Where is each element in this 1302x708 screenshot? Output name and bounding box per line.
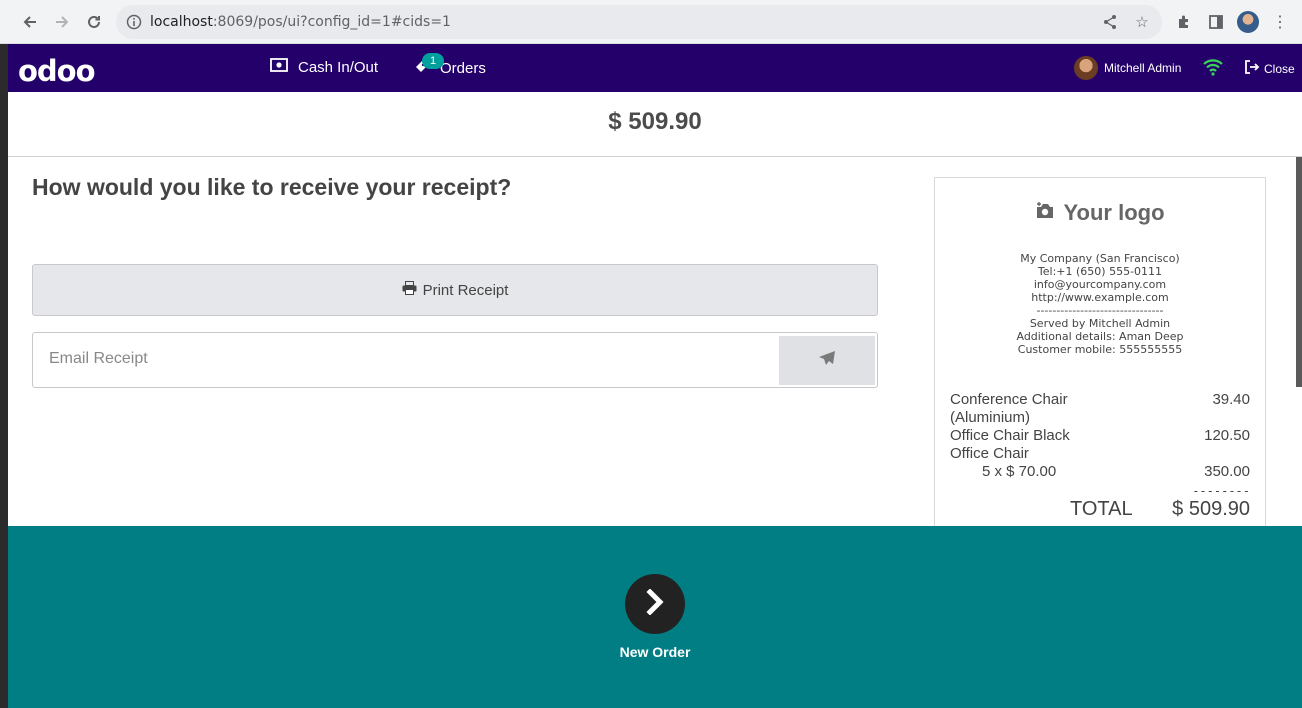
browser-menu-icon[interactable]: ⋮ xyxy=(1268,10,1292,34)
additional-details: Additional details: Aman Deep xyxy=(1016,330,1184,343)
send-email-button[interactable] xyxy=(779,336,875,385)
back-icon[interactable] xyxy=(18,10,42,34)
receipt-preview: Your logo My Company (San Francisco) Tel… xyxy=(934,177,1266,537)
line-product: Office Chair xyxy=(950,445,1029,462)
company-website: http://www.example.com xyxy=(1031,291,1169,304)
new-order-label[interactable]: New Order xyxy=(8,644,1302,660)
pos-navbar: odoo Cash In/Out Orders 1 Mitchell Admin… xyxy=(8,44,1302,92)
url-path: :8069/pos/ui?config_id=1#cids=1 xyxy=(212,14,451,30)
receipt-total-value: $ 509.90 xyxy=(1172,498,1250,520)
print-receipt-button[interactable]: Print Receipt xyxy=(32,264,878,316)
separator: -------------------------------- xyxy=(1036,304,1164,317)
close-label: Close xyxy=(1264,61,1295,76)
total-separator: -------- xyxy=(1192,484,1250,498)
share-icon[interactable] xyxy=(1100,12,1120,32)
cash-in-out-label: Cash In/Out xyxy=(298,58,379,76)
odoo-logo: odoo xyxy=(18,54,96,88)
wifi-icon[interactable] xyxy=(1202,56,1224,78)
line-product: (Aluminium) xyxy=(950,409,1031,426)
profile-avatar-icon[interactable] xyxy=(1236,10,1260,34)
receipt-total-label: TOTAL xyxy=(1070,498,1133,520)
company-phone: Tel:+1 (650) 555-0111 xyxy=(1037,265,1163,278)
chevron-right-icon xyxy=(644,587,666,620)
line-price: 120.50 xyxy=(1204,427,1250,444)
url-text: localhost:8069/pos/ui?config_id=1#cids=1 xyxy=(150,14,451,30)
avatar xyxy=(1074,56,1098,80)
logo-placeholder-text: Your logo xyxy=(1063,200,1165,225)
action-footer: New Order xyxy=(8,526,1302,708)
orders-label: Orders xyxy=(440,59,486,77)
url-host: localhost xyxy=(150,14,213,30)
extensions-icon[interactable] xyxy=(1172,10,1196,34)
user-name: Mitchell Admin xyxy=(1104,61,1182,75)
camera-icon xyxy=(1035,200,1055,226)
forward-icon[interactable] xyxy=(50,10,74,34)
side-panel-icon[interactable] xyxy=(1204,10,1228,34)
line-product: Office Chair Black xyxy=(950,427,1070,444)
email-receipt-input[interactable] xyxy=(49,350,749,368)
new-order-button[interactable] xyxy=(625,574,685,634)
print-receipt-label: Print Receipt xyxy=(422,281,509,299)
company-name: My Company (San Francisco) xyxy=(1020,252,1180,265)
browser-toolbar: localhost:8069/pos/ui?config_id=1#cids=1… xyxy=(0,0,1302,44)
address-bar[interactable]: localhost:8069/pos/ui?config_id=1#cids=1… xyxy=(116,5,1162,39)
money-icon xyxy=(270,58,288,76)
receipt-question: How would you like to receive your recei… xyxy=(32,174,512,200)
window-edge xyxy=(0,44,8,708)
user-menu[interactable]: Mitchell Admin xyxy=(1074,56,1181,80)
paper-plane-icon xyxy=(818,350,836,371)
email-receipt-group xyxy=(32,332,878,388)
company-email: info@yourcompany.com xyxy=(1033,278,1167,291)
sign-out-icon xyxy=(1244,60,1260,77)
reload-icon[interactable] xyxy=(82,10,106,34)
receipt-logo: Your logo xyxy=(935,200,1265,226)
site-info-icon[interactable] xyxy=(124,12,144,32)
line-product: Conference Chair xyxy=(950,391,1068,408)
company-info: My Company (San Francisco) Tel:+1 (650) … xyxy=(935,252,1265,356)
served-by: Served by Mitchell Admin xyxy=(1029,317,1171,330)
customer-mobile: Customer mobile: 555555555 xyxy=(1017,343,1183,356)
pos-app: odoo Cash In/Out Orders 1 Mitchell Admin… xyxy=(8,44,1302,708)
print-icon xyxy=(402,281,417,299)
close-button[interactable]: Close xyxy=(1244,60,1295,77)
line-price: 350.00 xyxy=(1204,463,1250,480)
orders-count-badge: 1 xyxy=(422,53,444,69)
order-total: $ 509.90 xyxy=(608,108,702,135)
cash-in-out-button[interactable]: Cash In/Out xyxy=(270,58,378,76)
order-total-bar: $ 509.90 xyxy=(8,92,1302,157)
bookmark-star-icon[interactable]: ☆ xyxy=(1132,12,1152,32)
scrollbar[interactable] xyxy=(1296,157,1302,387)
line-price: 39.40 xyxy=(1212,391,1250,408)
line-quantity: 5 x $ 70.00 xyxy=(982,463,1057,480)
